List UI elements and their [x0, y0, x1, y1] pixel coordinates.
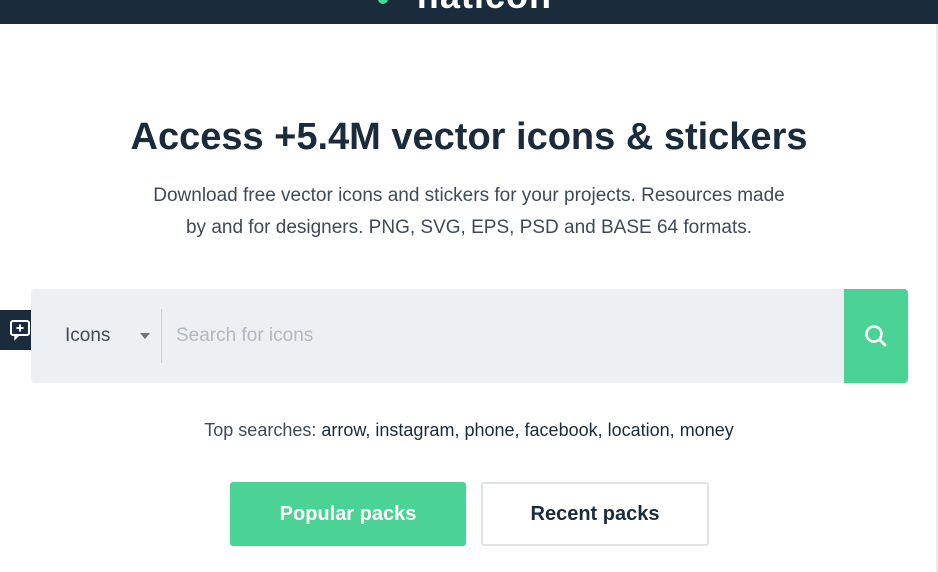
hero-title: Access +5.4M vector icons & stickers — [130, 116, 808, 158]
top-search-link-instagram[interactable]: instagram, — [375, 420, 459, 440]
search-type-dropdown[interactable]: Icons — [65, 289, 150, 383]
feedback-icon — [10, 320, 30, 341]
logo-dot-icon — [378, 0, 388, 4]
top-search-link-location[interactable]: location, — [608, 420, 675, 440]
top-search-link-arrow[interactable]: arrow, — [321, 420, 370, 440]
search-bar: Icons — [31, 289, 908, 383]
search-divider — [161, 309, 162, 363]
hero-subtitle-line-1: Download free vector icons and stickers … — [153, 185, 785, 206]
top-header: flaticon — [0, 0, 938, 24]
search-button[interactable] — [844, 289, 908, 383]
hero-subtitle: Download free vector icons and stickers … — [64, 180, 874, 244]
search-icon — [865, 325, 887, 347]
site-logo[interactable]: flaticon — [416, 0, 552, 14]
search-input[interactable] — [163, 289, 843, 383]
top-search-link-money[interactable]: money — [680, 420, 734, 440]
recent-packs-button[interactable]: Recent packs — [481, 482, 709, 546]
hero-subtitle-line-2: by and for designers. PNG, SVG, EPS, PSD… — [185, 217, 753, 238]
top-searches: Top searches: arrow, instagram, phone, f… — [0, 418, 938, 442]
top-search-link-phone[interactable]: phone, — [464, 420, 519, 440]
popular-packs-button[interactable]: Popular packs — [230, 482, 466, 546]
chevron-down-icon — [140, 333, 150, 339]
top-searches-label: Top searches: — [204, 420, 317, 440]
top-search-link-facebook[interactable]: facebook, — [525, 420, 603, 440]
search-type-label: Icons — [65, 325, 111, 346]
